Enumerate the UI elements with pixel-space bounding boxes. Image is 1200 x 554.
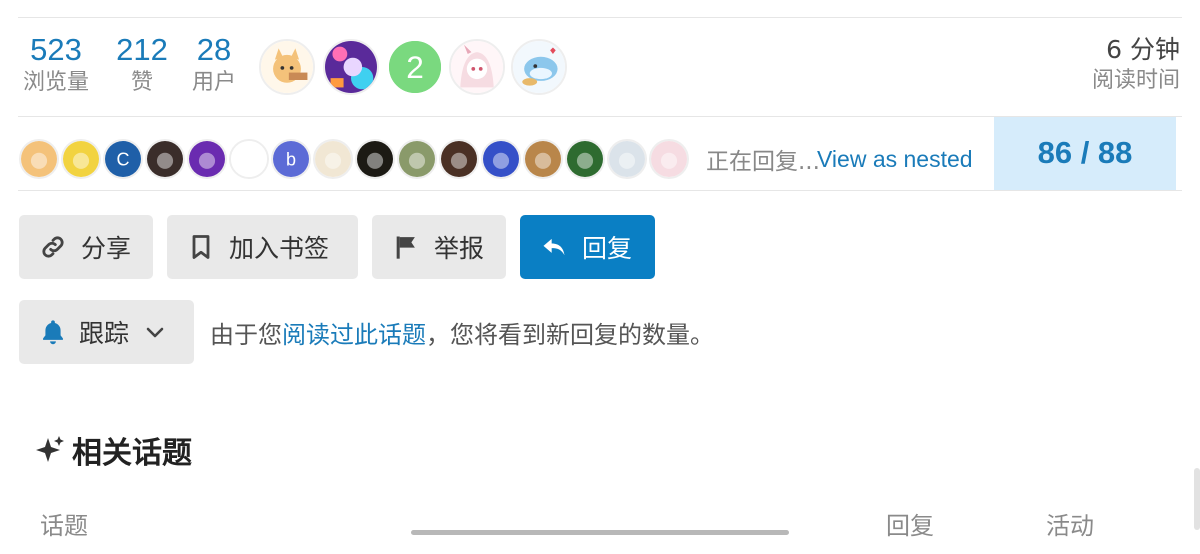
bell-icon	[39, 318, 67, 346]
top-poster-avatar[interactable]	[323, 39, 379, 95]
read-time: 6 分钟 阅读时间	[1092, 34, 1180, 96]
pikachu-avatar[interactable]	[61, 139, 101, 179]
flag-label: 举报	[434, 234, 485, 263]
views-count: 523	[30, 32, 82, 67]
likes-count: 212	[116, 32, 168, 67]
anime-girl-avatar[interactable]	[649, 139, 689, 179]
notification-reason: 由于您阅读过此话题，您将看到新回复的数量。	[210, 315, 714, 350]
photo-avatar[interactable]	[145, 139, 185, 179]
notification-text-after: ，您将看到新回复的数量。	[426, 321, 714, 349]
notification-level-button[interactable]: 跟踪	[19, 300, 194, 364]
avatar-letter: C	[117, 149, 130, 169]
view-nested-link[interactable]: View as nested	[817, 146, 973, 173]
likes-label: 赞	[130, 70, 153, 95]
reply-label: 回复	[582, 234, 633, 263]
read-time-label: 阅读时间	[1091, 68, 1180, 93]
top-poster-avatar[interactable]	[511, 39, 567, 95]
column-header-topic[interactable]: 话题	[40, 506, 88, 541]
column-header-activity[interactable]: 活动	[1046, 506, 1094, 541]
related-title: 相关话题	[72, 436, 192, 471]
reply-icon	[540, 233, 568, 261]
views-label: 浏览量	[22, 70, 89, 95]
bookmark-label: 加入书签	[229, 234, 330, 263]
neon-avatar[interactable]	[187, 139, 227, 179]
bookmark-icon	[187, 233, 215, 261]
flag-button[interactable]: 举报	[372, 215, 506, 279]
person-avatar[interactable]	[439, 139, 479, 179]
sketch-avatar[interactable]	[607, 139, 647, 179]
letter-avatar[interactable]: b	[271, 139, 311, 179]
top-poster-avatar[interactable]: 2	[387, 39, 443, 95]
flag-icon	[392, 233, 420, 261]
scrollbar[interactable]	[1194, 468, 1200, 530]
sparkle-icon	[34, 434, 66, 466]
bookmark-button[interactable]: 加入书签	[167, 215, 358, 279]
cat-avatar[interactable]	[19, 139, 59, 179]
post-progress-indicator[interactable]: 86 / 88	[994, 117, 1176, 190]
users-label: 用户	[191, 70, 236, 95]
top-divider	[18, 17, 1182, 18]
likes-stat: 212 赞	[114, 32, 170, 98]
users-stat: 28 用户	[188, 32, 240, 98]
anime-boy-avatar[interactable]	[313, 139, 353, 179]
divider	[18, 190, 1182, 191]
fire-avatar[interactable]	[355, 139, 395, 179]
views-stat: 523 浏览量	[20, 32, 92, 98]
users-count: 28	[196, 32, 232, 67]
link-icon	[39, 233, 67, 261]
panda-avatar[interactable]	[229, 139, 269, 179]
blue-avatar[interactable]	[481, 139, 521, 179]
reply-button[interactable]: 回复	[520, 215, 655, 279]
letter-avatar[interactable]: C	[103, 139, 143, 179]
home-indicator[interactable]	[411, 530, 789, 535]
avatar-letter: 2	[406, 49, 424, 85]
landscape-avatar[interactable]	[397, 139, 437, 179]
progress-label: 86 / 88	[1037, 135, 1133, 170]
share-button[interactable]: 分享	[19, 215, 153, 279]
avatar-letter: b	[286, 149, 296, 169]
read-topic-link[interactable]: 阅读过此话题	[282, 321, 426, 349]
replying-indicator: 正在回复...	[706, 149, 820, 175]
guitar-avatar[interactable]	[523, 139, 563, 179]
read-time-value: 6 分钟	[1106, 35, 1180, 64]
chevron-down-icon	[143, 320, 167, 344]
ring-avatar[interactable]	[565, 139, 605, 179]
share-label: 分享	[81, 234, 132, 263]
top-poster-avatar[interactable]	[449, 39, 505, 95]
notification-level-label: 跟踪	[79, 319, 130, 348]
related-topics-heading: 相关话题	[34, 428, 192, 472]
column-header-replies[interactable]: 回复	[886, 506, 934, 541]
notification-text-before: 由于您	[210, 321, 282, 349]
top-poster-avatar[interactable]	[259, 39, 315, 95]
